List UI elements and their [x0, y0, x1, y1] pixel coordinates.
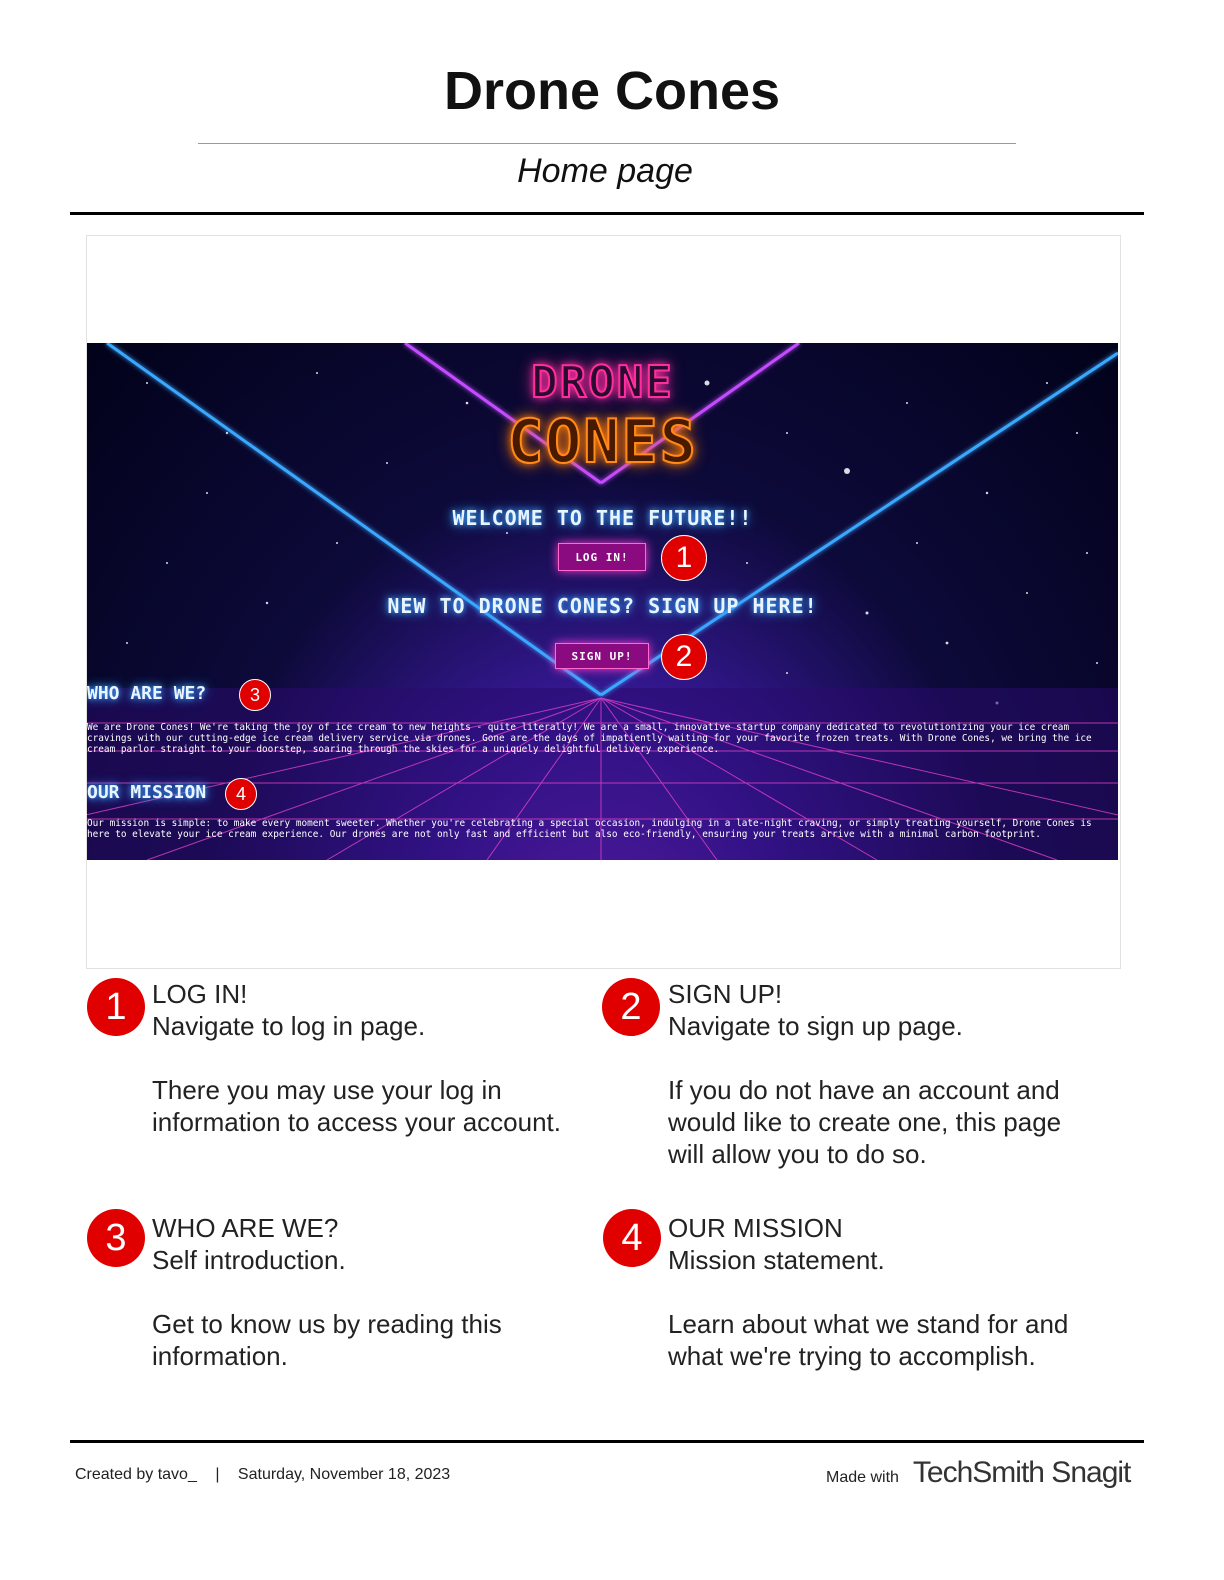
footer-credits: Created by tavo_ | Saturday, November 18…	[75, 1466, 450, 1484]
callout-marker-2: 2	[661, 634, 707, 680]
created-by: Created by tavo_	[75, 1466, 197, 1483]
legend-subtitle: Mission statement.	[668, 1245, 885, 1275]
who-are-we-text: We are Drone Cones! We're taking the joy…	[87, 722, 1092, 755]
legend-detail: There you may use your log in informatio…	[152, 1075, 561, 1137]
legend-marker-3: 3	[87, 1209, 145, 1267]
signup-button[interactable]: SIGN UP!	[555, 643, 649, 669]
footer-rule	[70, 1440, 1144, 1443]
legend-subtitle: Navigate to sign up page.	[668, 1011, 963, 1041]
callout-marker-3: 3	[239, 679, 271, 711]
legend-title: WHO ARE WE?	[152, 1213, 339, 1243]
document-title: Drone Cones	[443, 61, 781, 121]
callout-marker-4: 4	[225, 778, 257, 810]
made-with-label: Made with	[826, 1469, 899, 1486]
legend-marker-2: 2	[602, 978, 660, 1036]
who-are-we-heading: WHO ARE WE?	[87, 683, 207, 704]
legend-detail: Get to know us by reading this informati…	[152, 1309, 502, 1371]
legend-marker-1: 1	[87, 978, 145, 1036]
legend-item-3: WHO ARE WE? Self introduction. Get to kn…	[152, 1212, 502, 1372]
footer-brand: Made with TechSmith Snagit	[826, 1456, 1131, 1490]
legend-subtitle: Self introduction.	[152, 1245, 346, 1275]
legend-subtitle: Navigate to log in page.	[152, 1011, 426, 1041]
legend-item-2: SIGN UP! Navigate to sign up page. If yo…	[668, 978, 1061, 1170]
our-mission-text: Our mission is simple: to make every mom…	[87, 818, 1092, 840]
welcome-heading: WELCOME TO THE FUTURE!!	[452, 506, 753, 530]
our-mission-heading: OUR MISSION	[87, 782, 207, 803]
logo-cones: CONES	[506, 406, 698, 478]
legend-marker-4: 4	[603, 1209, 661, 1267]
header-rule	[70, 212, 1144, 215]
signup-prompt: NEW TO DRONE CONES? SIGN UP HERE!	[387, 594, 818, 618]
techsmith-snagit-logo: TechSmith Snagit	[912, 1456, 1131, 1489]
footer-separator: |	[215, 1466, 220, 1483]
legend-title: SIGN UP!	[668, 979, 783, 1009]
legend-detail: Learn about what we stand for and what w…	[668, 1309, 1069, 1371]
document-subtitle: Home page	[517, 152, 693, 190]
legend-title: LOG IN!	[152, 979, 248, 1009]
footer-date: Saturday, November 18, 2023	[237, 1466, 451, 1483]
title-divider	[198, 143, 1016, 144]
callout-marker-1: 1	[661, 535, 707, 581]
legend-item-4: OUR MISSION Mission statement. Learn abo…	[668, 1212, 1068, 1372]
legend-title: OUR MISSION	[668, 1213, 843, 1243]
logo-drone: DRONE	[530, 356, 674, 409]
legend-item-1: LOG IN! Navigate to log in page. There y…	[152, 978, 561, 1138]
login-button[interactable]: LOG IN!	[558, 543, 646, 571]
legend-detail: If you do not have an account and would …	[668, 1075, 1062, 1169]
